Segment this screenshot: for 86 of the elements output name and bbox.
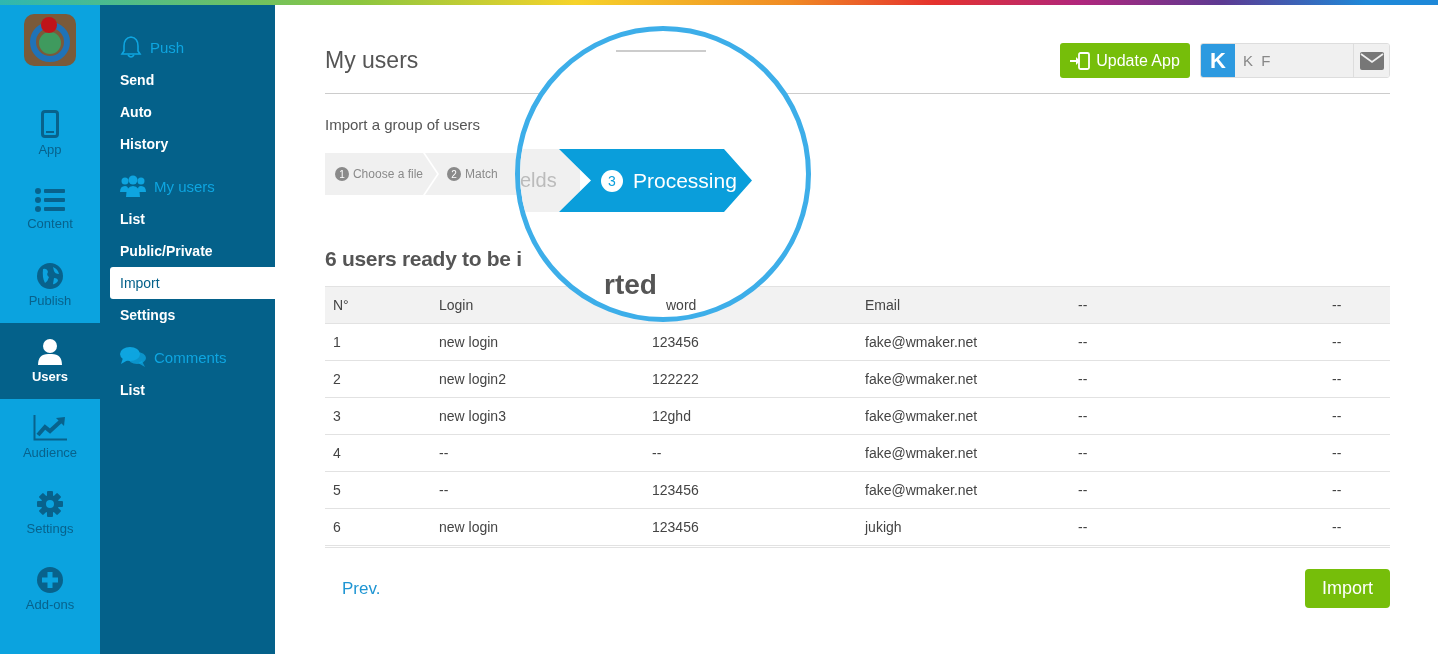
users-icon: [120, 175, 146, 197]
menu-item[interactable]: History: [110, 128, 275, 160]
import-button[interactable]: Import: [1305, 569, 1390, 608]
table-cell: 122222: [644, 360, 857, 398]
table-cell: 1: [325, 323, 431, 361]
user-initial: K: [1201, 44, 1235, 77]
table-cell: new login: [431, 323, 644, 361]
table-cell: 123456: [644, 323, 857, 361]
column-header: Email: [857, 286, 1070, 324]
table-cell: 4: [325, 434, 431, 472]
gear-icon: [37, 490, 63, 517]
table-cell: --: [1070, 471, 1324, 509]
table-cell: --: [1324, 360, 1390, 398]
table-cell: 12ghd: [644, 397, 857, 435]
rail-item[interactable]: Content: [0, 171, 100, 247]
menu-item[interactable]: Send: [110, 64, 275, 96]
menu-heading: Push: [150, 38, 185, 56]
table-cell: --: [1324, 471, 1390, 509]
table-cell: fake@wmaker.net: [857, 323, 1070, 361]
menu-item[interactable]: Import: [110, 267, 275, 299]
table-cell: --: [1070, 434, 1324, 472]
table-cell: new login3: [431, 397, 644, 435]
table-cell: --: [644, 434, 857, 472]
table-cell: --: [431, 434, 644, 472]
menu-item[interactable]: List: [110, 374, 275, 406]
table-cell: --: [1070, 508, 1324, 546]
phone-arrow-icon: [1070, 51, 1091, 70]
table-cell: 5: [325, 471, 431, 509]
page-title: My users: [325, 47, 420, 74]
rail-item[interactable]: Settings: [0, 475, 100, 551]
globe-icon: [37, 262, 63, 289]
step-label: Choose a file: [352, 167, 423, 181]
chat-icon: [120, 346, 146, 368]
table-cell: --: [1070, 323, 1324, 361]
menu-item[interactable]: Settings: [110, 299, 275, 331]
table-cell: fake@wmaker.net: [857, 397, 1070, 435]
user-name: K F: [1235, 44, 1353, 77]
table-cell: fake@wmaker.net: [857, 360, 1070, 398]
table-cell: --: [1324, 434, 1390, 472]
plus-circle-icon: [37, 566, 63, 593]
rail-item[interactable]: Add-ons: [0, 551, 100, 627]
menu-item[interactable]: Auto: [110, 96, 275, 128]
table-cell: 6: [325, 508, 431, 546]
rail-item[interactable]: Publish: [0, 247, 100, 323]
user-box[interactable]: K K F: [1200, 43, 1390, 78]
subtitle: Import a group of users: [325, 116, 482, 133]
table-cell: --: [1324, 397, 1390, 435]
table-cell: jukigh: [857, 508, 1070, 546]
table-cell: 2: [325, 360, 431, 398]
table-cell: 3: [325, 397, 431, 435]
table-cell: --: [1324, 508, 1390, 546]
table-cell: --: [431, 471, 644, 509]
section-heading: 6 users ready to be i: [325, 246, 522, 272]
table-cell: fake@wmaker.net: [857, 471, 1070, 509]
column-header: --: [1070, 286, 1324, 324]
table-cell: 123456: [644, 508, 857, 546]
column-header: --: [1324, 286, 1390, 324]
table-cell: fake@wmaker.net: [857, 434, 1070, 472]
menu-item[interactable]: List: [110, 203, 275, 235]
menu-item[interactable]: Public/Private: [110, 235, 275, 267]
update-app-button[interactable]: Update App: [1060, 43, 1190, 78]
table-cell: --: [1070, 360, 1324, 398]
envelope-icon[interactable]: [1359, 51, 1384, 70]
rail-item[interactable]: Users: [0, 323, 100, 399]
prev-link[interactable]: Prev.: [342, 578, 381, 599]
bell-icon: [120, 35, 142, 59]
table-cell: new login: [431, 508, 644, 546]
table-cell: --: [1324, 323, 1390, 361]
step-label: Match: [465, 167, 498, 181]
user-icon: [37, 338, 63, 365]
table-cell: new login2: [431, 360, 644, 398]
app-logo-icon: [24, 14, 76, 66]
table-cell: --: [1070, 397, 1324, 435]
table-cell: 123456: [644, 471, 857, 509]
step-number: 1: [335, 167, 349, 181]
rail-item[interactable]: Audience: [0, 399, 100, 475]
rail-item[interactable]: App: [0, 95, 100, 171]
phone-icon: [41, 109, 59, 138]
menu-heading: My users: [154, 177, 215, 195]
wizard-step: 3 Processing: [559, 149, 752, 212]
column-header: N°: [325, 286, 431, 324]
chart-icon: [33, 414, 67, 441]
menu-heading: Comments: [154, 348, 227, 366]
column-header: word: [666, 297, 697, 313]
step-number: 2: [447, 167, 461, 181]
list-icon: [35, 187, 65, 212]
